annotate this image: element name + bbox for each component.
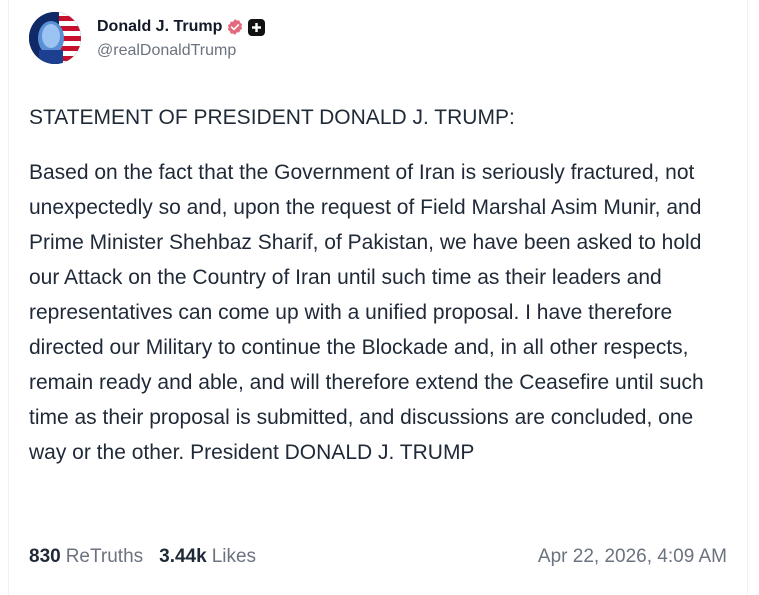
likes-count: 3.44k	[159, 546, 207, 567]
author-info: Donald J. Trump @realDonaldTrump	[97, 16, 266, 60]
retruths-stat[interactable]: 830 ReTruths	[29, 546, 143, 568]
post-text: Based on the fact that the Government of…	[29, 161, 704, 464]
avatar[interactable]	[29, 12, 81, 64]
verified-badge-icon	[228, 19, 243, 35]
retruths-label: ReTruths	[65, 546, 144, 567]
post-header: Donald J. Trump @realDonaldTrump	[29, 12, 266, 64]
author-handle[interactable]: @realDonaldTrump	[97, 42, 265, 60]
post-body: STATEMENT OF PRESIDENT DONALD J. TRUMP: …	[29, 100, 729, 470]
retruths-count: 830	[29, 546, 61, 567]
post-stats: 830 ReTruths 3.44k Likes	[29, 546, 256, 568]
plus-badge-icon	[248, 18, 266, 36]
author-display-name[interactable]: Donald J. Trump	[97, 18, 222, 36]
likes-stat[interactable]: 3.44k Likes	[159, 546, 256, 568]
post-title: STATEMENT OF PRESIDENT DONALD J. TRUMP:	[29, 106, 515, 129]
post-timestamp[interactable]: Apr 22, 2026, 4:09 AM	[538, 546, 727, 568]
post-card: Donald J. Trump @realDonaldTrump STATEME…	[8, 0, 748, 595]
likes-label: Likes	[211, 546, 257, 567]
post-footer: 830 ReTruths 3.44k Likes Apr 22, 2026, 4:0…	[29, 546, 727, 568]
